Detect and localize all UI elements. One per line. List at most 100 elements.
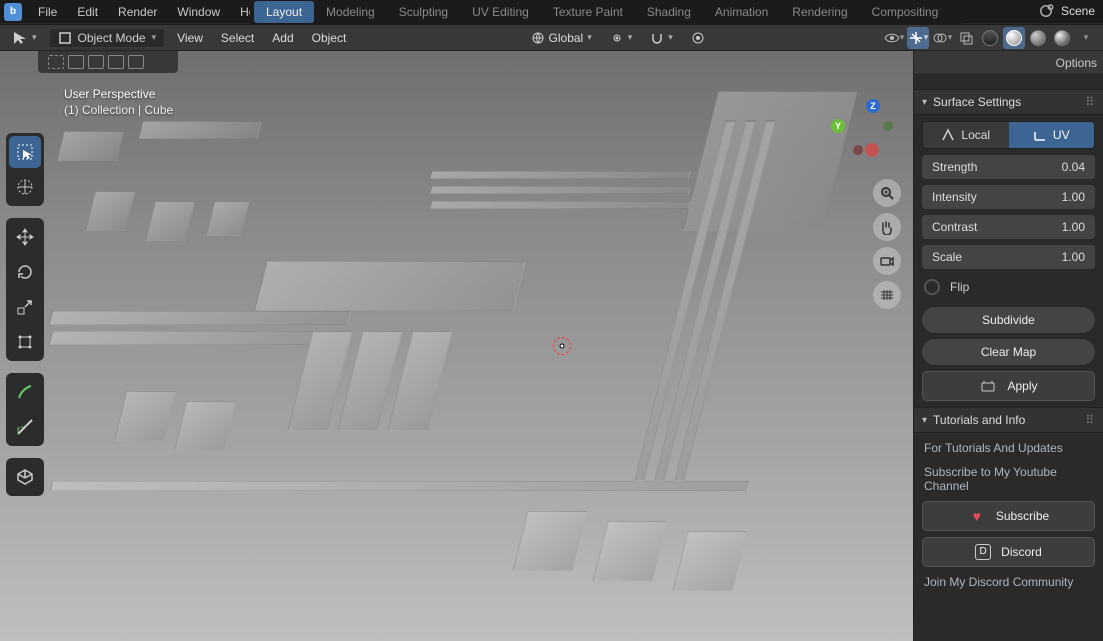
chevron-down-icon: ▾ [152,32,157,43]
tab-shading[interactable]: Shading [635,1,703,23]
shading-dropdown[interactable]: ▾ [1075,27,1097,49]
heart-icon: ♥ [968,507,986,525]
chevron-down-icon: ▾ [668,32,673,43]
zoom-button[interactable] [873,179,901,207]
shading-rendered[interactable] [1051,27,1073,49]
header-object-menu[interactable]: Object [306,29,353,47]
tab-geometry-nodes[interactable]: Geometry Nod [950,1,963,23]
prop-intensity-value: 1.00 [1062,190,1085,204]
gizmo-toggle[interactable]: ▾ [907,27,929,49]
shading-solid[interactable] [1003,27,1025,49]
visibility-dropdown[interactable]: ▾ [883,27,905,49]
xray-toggle[interactable] [955,27,977,49]
pan-button[interactable] [873,213,901,241]
tab-uv-editing[interactable]: UV Editing [460,1,541,23]
seg-local[interactable]: Local [923,122,1009,148]
perspective-toggle-button[interactable] [873,281,901,309]
apply-icon [979,377,997,395]
camera-view-button[interactable] [873,247,901,275]
header-view-menu[interactable]: View [171,29,209,47]
globe-icon [531,31,545,45]
tool-scale[interactable] [9,291,41,323]
options-popover[interactable]: Options [914,51,1103,75]
axis-x-icon[interactable] [865,143,879,157]
panel-surface-settings-header[interactable]: ▾ Surface Settings ⠿ [914,89,1103,115]
prop-intensity[interactable]: Intensity 1.00 [922,185,1095,209]
transform-orientation-dropdown[interactable]: Global ▾ [525,29,598,47]
select-mode-invert-icon[interactable] [108,55,124,69]
app-logo-icon[interactable]: b [4,3,22,21]
viewport-header: ▾ Object Mode ▾ View Select Add Object G… [0,25,1103,51]
seg-uv[interactable]: UV [1009,122,1095,148]
shading-material[interactable] [1027,27,1049,49]
tab-rendering[interactable]: Rendering [780,1,859,23]
prop-scale[interactable]: Scale 1.00 [922,245,1095,269]
navigation-gizmo[interactable]: Z Y [831,99,895,163]
axis-neg2-icon[interactable] [853,145,863,155]
tool-measure[interactable] [9,411,41,443]
tab-layout[interactable]: Layout [254,1,314,23]
scale-icon [15,297,35,317]
prop-contrast[interactable]: Contrast 1.00 [922,215,1095,239]
tool-annotate[interactable] [9,376,41,408]
proportional-icon [691,31,705,45]
drag-handle-icon[interactable]: ⠿ [1085,95,1095,109]
discord-button[interactable]: D Discord [922,537,1095,567]
panel-tutorials-header[interactable]: ▾ Tutorials and Info ⠿ [914,407,1103,433]
axis-neg-icon[interactable] [883,121,893,131]
tab-modeling[interactable]: Modeling [314,1,387,23]
apply-button[interactable]: Apply [922,371,1095,401]
prop-strength[interactable]: Strength 0.04 [922,155,1095,179]
space-segmented-control: Local UV [922,121,1095,149]
camera-icon [879,253,895,269]
tool-move[interactable] [9,221,41,253]
tab-animation[interactable]: Animation [703,1,780,23]
prop-scale-label: Scale [932,250,962,264]
axis-y-icon[interactable]: Y [831,119,845,133]
drag-handle-icon[interactable]: ⠿ [1085,413,1095,427]
interaction-mode-dropdown[interactable]: Object Mode ▾ [49,28,166,48]
select-mode-new-icon[interactable] [48,55,64,69]
pencil-icon [15,382,35,402]
tool-cursor[interactable] [9,171,41,203]
flip-checkbox-row[interactable]: Flip [922,275,1095,301]
select-mode-extend-icon[interactable] [68,55,84,69]
tab-compositing[interactable]: Compositing [860,1,951,23]
clear-map-button[interactable]: Clear Map [922,339,1095,365]
viewport-info-overlay: User Perspective (1) Collection | Cube [64,87,173,117]
tool-transform[interactable] [9,326,41,358]
editor-type-dropdown[interactable]: ▾ [6,28,43,48]
prop-scale-value: 1.00 [1062,250,1085,264]
tab-texture-paint[interactable]: Texture Paint [541,1,635,23]
scene-selector[interactable]: Scene [1037,2,1095,20]
overlays-toggle[interactable]: ▾ [931,27,953,49]
select-mode-subtract-icon[interactable] [88,55,104,69]
chevron-down-icon: ▾ [948,32,953,43]
shading-wireframe[interactable] [979,27,1001,49]
tool-rotate[interactable] [9,256,41,288]
tutorials-title: Tutorials and Info [933,413,1025,427]
axis-z-icon[interactable]: Z [866,99,880,113]
subscribe-button[interactable]: ♥ Subscribe [922,501,1095,531]
subdivide-button[interactable]: Subdivide [922,307,1095,333]
menu-file[interactable]: File [28,2,67,22]
snap-toggle[interactable]: ▾ [644,29,679,47]
menu-edit[interactable]: Edit [67,2,108,22]
header-add-menu[interactable]: Add [266,29,299,47]
tab-sculpting[interactable]: Sculpting [387,1,460,23]
menu-render[interactable]: Render [108,2,167,22]
tool-select-box[interactable] [9,136,41,168]
tool-add-primitive[interactable] [9,461,41,493]
3d-viewport[interactable]: User Perspective (1) Collection | Cube Z… [0,51,913,641]
pivot-icon [610,31,624,45]
select-mode-intersect-icon[interactable] [128,55,144,69]
proportional-edit-toggle[interactable] [685,29,711,47]
magnet-icon [650,31,664,45]
flip-checkbox[interactable] [924,279,940,295]
disclosure-down-icon: ▾ [922,97,927,108]
transform-icon [15,332,35,352]
pivot-dropdown[interactable]: ▾ [604,29,639,47]
menu-window[interactable]: Window [167,2,230,22]
cube-icon [15,467,35,487]
header-select-menu[interactable]: Select [215,29,260,47]
